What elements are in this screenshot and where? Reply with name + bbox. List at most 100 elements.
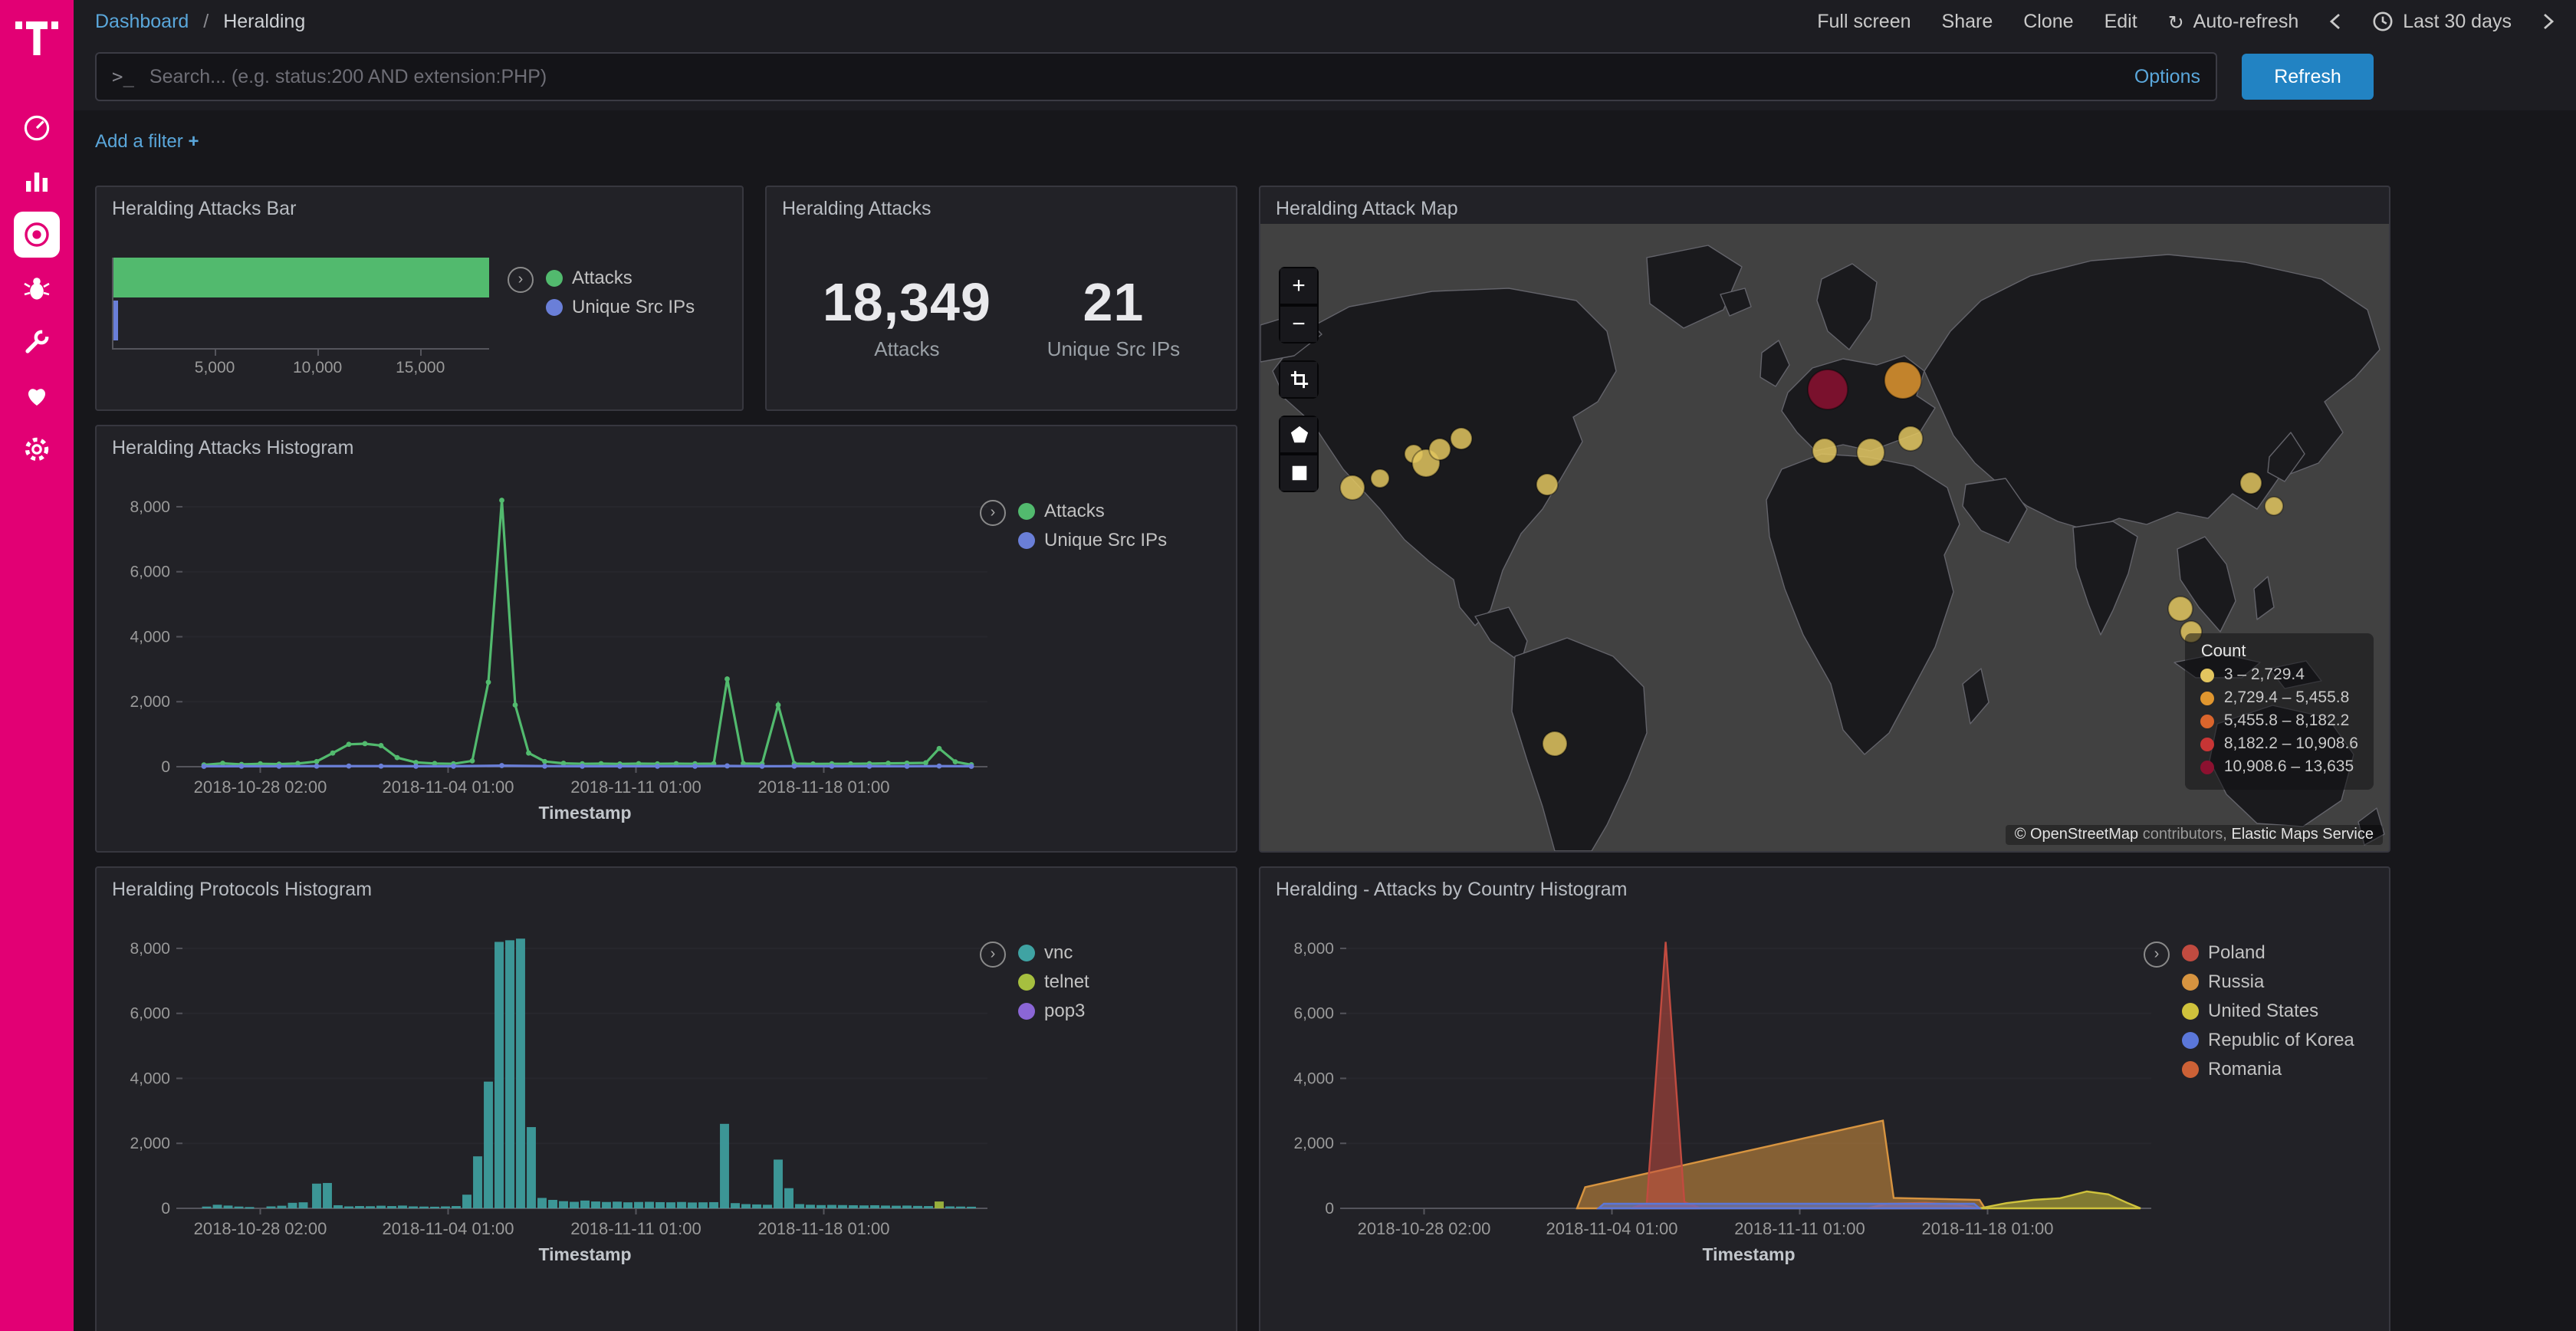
- attack-location-marker[interactable]: [2265, 497, 2283, 515]
- sidebar-nav: [14, 104, 60, 472]
- osm-attribution-link[interactable]: © OpenStreetMap: [2015, 827, 2139, 843]
- telekom-logo[interactable]: [11, 9, 63, 64]
- legend-item[interactable]: Attacks: [1018, 500, 1167, 521]
- attack-location-marker[interactable]: [1536, 474, 1558, 495]
- auto-refresh-button[interactable]: ↻ Auto-refresh: [2168, 10, 2299, 33]
- svg-text:4,000: 4,000: [130, 628, 170, 646]
- attack-location-marker[interactable]: [1812, 439, 1837, 463]
- legend-item[interactable]: Romania: [2182, 1058, 2354, 1080]
- legend-label: pop3: [1044, 1000, 1085, 1021]
- metric-group: 18,349 Attacks 21 Unique Src IPs: [767, 224, 1236, 409]
- options-link[interactable]: Options: [2134, 66, 2200, 87]
- country-histogram-chart[interactable]: 02,0004,0006,0008,0002018-10-28 02:00201…: [1276, 920, 2173, 1296]
- legend-item[interactable]: Poland: [2182, 942, 2354, 963]
- sidebar-item-health[interactable]: [14, 373, 60, 419]
- metric-label: Attacks: [823, 337, 991, 360]
- add-filter-link[interactable]: Add a filter +: [95, 130, 199, 152]
- attack-location-marker[interactable]: [1808, 370, 1848, 409]
- panel-title: Heralding Attacks Histogram: [97, 426, 1236, 465]
- sidebar-item-settings[interactable]: [14, 426, 60, 472]
- sidebar-item-overview[interactable]: [14, 104, 60, 150]
- attack-location-marker[interactable]: [1857, 439, 1884, 466]
- sidebar-item-attack-dashboard[interactable]: [14, 212, 60, 258]
- legend-item[interactable]: telnet: [1018, 971, 1089, 992]
- draw-polygon-button[interactable]: [1279, 416, 1319, 454]
- map-legend-row: 10,908.6 – 13,635: [2201, 758, 2358, 776]
- attack-location-marker[interactable]: [2240, 472, 2262, 494]
- attack-location-marker[interactable]: [2168, 596, 2193, 621]
- breadcrumb: Dashboard / Heralding: [95, 11, 305, 32]
- zoom-in-button[interactable]: +: [1279, 267, 1319, 305]
- legend-dot: [1018, 944, 1035, 961]
- svg-text:2018-11-04 01:00: 2018-11-04 01:00: [382, 1219, 514, 1238]
- attack-location-marker[interactable]: [1543, 731, 1567, 756]
- share-button[interactable]: Share: [1942, 11, 1993, 32]
- elastic-maps-link[interactable]: Elastic Maps Service: [2231, 827, 2374, 843]
- attack-location-marker[interactable]: [1371, 469, 1389, 488]
- attack-location-marker[interactable]: [1429, 439, 1451, 460]
- legend-item[interactable]: Unique Src IPs: [1018, 529, 1167, 550]
- legend-toggle-icon[interactable]: ›: [980, 942, 1006, 968]
- draw-rectangle-button[interactable]: [1279, 454, 1319, 492]
- time-forward-button[interactable]: [2542, 12, 2555, 31]
- legend-item[interactable]: United States: [2182, 1000, 2354, 1021]
- fit-bounds-button[interactable]: [1279, 360, 1319, 399]
- filter-bar: Add a filter +: [74, 110, 2576, 167]
- bar-unique-src-ips[interactable]: [113, 301, 118, 340]
- world-map[interactable]: + −: [1260, 224, 2389, 851]
- legend-label: Attacks: [572, 267, 632, 288]
- speedometer-icon: [21, 112, 52, 143]
- time-back-button[interactable]: [2329, 12, 2341, 31]
- clone-button[interactable]: Clone: [2023, 11, 2073, 32]
- plus-icon: +: [188, 130, 199, 152]
- legend-toggle-icon[interactable]: ›: [508, 267, 534, 293]
- svg-text:4,000: 4,000: [1293, 1070, 1334, 1087]
- zoom-out-button[interactable]: −: [1279, 305, 1319, 343]
- svg-text:Timestamp: Timestamp: [538, 803, 631, 823]
- legend-item[interactable]: Attacks: [546, 267, 695, 288]
- sidebar-item-honeypot[interactable]: [14, 265, 60, 311]
- attacks-bar-chart[interactable]: 5,00010,00015,000: [112, 258, 489, 383]
- breadcrumb-current: Heralding: [223, 11, 305, 32]
- attack-location-marker[interactable]: [1898, 426, 1923, 451]
- legend-toggle-icon[interactable]: ›: [980, 500, 1006, 526]
- search-input[interactable]: [146, 64, 2122, 89]
- attack-location-marker[interactable]: [1340, 475, 1365, 500]
- sidebar-item-tools[interactable]: [14, 319, 60, 365]
- legend-toggle-icon[interactable]: ›: [2144, 942, 2170, 968]
- breadcrumb-dashboard-link[interactable]: Dashboard: [95, 11, 189, 32]
- edit-button[interactable]: Edit: [2104, 11, 2137, 32]
- clock-icon: [2372, 11, 2394, 32]
- legend-item[interactable]: pop3: [1018, 1000, 1089, 1021]
- svg-text:0: 0: [161, 758, 170, 776]
- fullscreen-button[interactable]: Full screen: [1817, 11, 1911, 32]
- refresh-button[interactable]: Refresh: [2242, 54, 2374, 100]
- metric-label: Unique Src IPs: [1047, 337, 1180, 360]
- kibana-dashboard-app: Dashboard / Heralding Full screen Share …: [0, 0, 2576, 1331]
- bar-attacks[interactable]: [113, 258, 489, 297]
- svg-text:6,000: 6,000: [1293, 1005, 1334, 1023]
- legend-range-label: 10,908.6 – 13,635: [2224, 758, 2354, 776]
- topbar-actions: Full screen Share Clone Edit ↻ Auto-refr…: [1817, 10, 2555, 33]
- time-range-button[interactable]: Last 30 days: [2372, 11, 2512, 32]
- legend-dot: [2182, 1060, 2199, 1077]
- sidebar: [0, 0, 74, 1331]
- map-controls: + −: [1279, 267, 1319, 492]
- legend-item[interactable]: vnc: [1018, 942, 1089, 963]
- legend-label: Unique Src IPs: [1044, 529, 1167, 550]
- protocols-histogram-chart[interactable]: 02,0004,0006,0008,0002018-10-28 02:00201…: [112, 920, 1009, 1296]
- legend-item[interactable]: Russia: [2182, 971, 2354, 992]
- attacks-histogram-chart[interactable]: 02,0004,0006,0008,0002018-10-28 02:00201…: [112, 478, 1009, 853]
- svg-text:8,000: 8,000: [130, 940, 170, 958]
- breadcrumb-separator: /: [203, 11, 209, 32]
- attack-location-marker[interactable]: [1884, 362, 1921, 399]
- legend-item[interactable]: Republic of Korea: [2182, 1029, 2354, 1050]
- time-range-label: Last 30 days: [2403, 11, 2512, 32]
- sidebar-item-analytics[interactable]: [14, 158, 60, 204]
- legend-item[interactable]: Unique Src IPs: [546, 296, 695, 317]
- panel-title: Heralding Attack Map: [1260, 187, 2389, 225]
- legend-dot: [2182, 944, 2199, 961]
- attack-location-marker[interactable]: [1451, 428, 1472, 449]
- target-icon: [21, 219, 52, 250]
- map-legend-title: Count: [2201, 642, 2358, 661]
